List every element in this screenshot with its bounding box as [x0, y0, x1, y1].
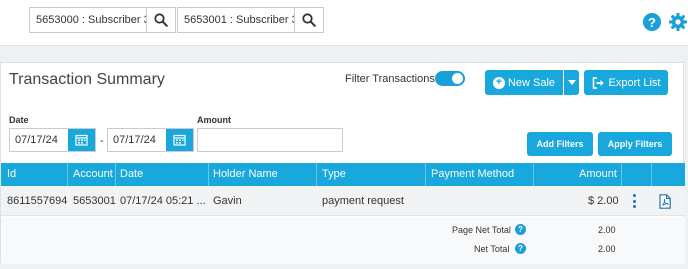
- page-net-total-label: Page Net Total: [452, 225, 511, 235]
- top-bar: ?: [0, 0, 688, 46]
- cell-account: 5653001: [73, 195, 116, 207]
- table-header: Id Account Date Holder Name Type Payment…: [1, 163, 685, 186]
- net-total-help-icon[interactable]: ?: [515, 243, 526, 254]
- amount-label: Amount: [197, 115, 231, 125]
- gear-icon[interactable]: [668, 12, 688, 32]
- search-icon: [154, 13, 168, 27]
- toggle-knob: [452, 73, 463, 84]
- apply-filters-button[interactable]: Apply Filters: [598, 132, 672, 156]
- table-row[interactable]: 8611557694 5653001 07/17/24 05:21 ... Ga…: [1, 186, 685, 216]
- subscriber-search-b: [177, 7, 324, 33]
- export-icon: [592, 76, 604, 89]
- page-net-total-value: 2.00: [598, 225, 616, 235]
- subscriber-search-button-a[interactable]: [146, 8, 175, 32]
- plus-circle-icon: +: [492, 76, 505, 89]
- column-header-id[interactable]: Id: [7, 168, 16, 180]
- date-label: Date: [9, 115, 29, 125]
- subscriber-search-button-b[interactable]: [294, 8, 323, 32]
- cell-type: payment request: [322, 195, 404, 207]
- calendar-icon: [75, 134, 88, 146]
- new-sale-button[interactable]: + New Sale: [485, 70, 563, 95]
- filter-transactions-label: Filter Transactions: [345, 73, 435, 85]
- net-total-value: 2.00: [598, 244, 616, 254]
- cell-date: 07/17/24 05:21 ...: [120, 195, 206, 207]
- date-from-field: [9, 128, 96, 152]
- date-range-separator: -: [100, 135, 104, 147]
- caret-down-icon: [567, 80, 576, 85]
- date-from-calendar-button[interactable]: [68, 129, 95, 151]
- date-to-calendar-button[interactable]: [166, 129, 193, 151]
- column-header-amount[interactable]: Amount: [579, 168, 617, 180]
- add-filters-button[interactable]: Add Filters: [527, 132, 593, 156]
- column-header-payment-method[interactable]: Payment Method: [431, 168, 514, 180]
- cell-holder-name: Gavin: [213, 195, 242, 207]
- subscriber-search-a: [29, 7, 176, 33]
- filter-transactions-toggle[interactable]: [435, 71, 465, 86]
- cell-amount: $ 2.00: [588, 195, 619, 207]
- new-sale-label: New Sale: [507, 76, 556, 89]
- column-header-date[interactable]: Date: [120, 168, 143, 180]
- net-total-label: Net Total: [474, 244, 510, 254]
- amount-input[interactable]: [197, 128, 343, 152]
- transaction-summary-panel: Transaction Summary Filter Transactions …: [0, 62, 685, 264]
- export-list-button[interactable]: Export List: [584, 70, 668, 95]
- cell-id: 8611557694: [7, 195, 68, 207]
- column-header-type[interactable]: Type: [322, 168, 346, 180]
- totals-section: Page Net Total ? 2.00 Net Total ? 2.00: [1, 217, 685, 264]
- search-icon: [302, 13, 316, 27]
- subscriber-input-b[interactable]: [178, 8, 294, 32]
- column-header-account[interactable]: Account: [73, 168, 113, 180]
- column-header-holder-name[interactable]: Holder Name: [213, 168, 278, 180]
- row-actions-kebab-icon[interactable]: [633, 194, 637, 208]
- pdf-icon[interactable]: [659, 194, 671, 209]
- calendar-icon: [173, 134, 186, 146]
- subscriber-input-a[interactable]: [30, 8, 146, 32]
- date-to-input[interactable]: [108, 129, 166, 151]
- page-net-total-help-icon[interactable]: ?: [515, 224, 526, 235]
- date-to-field: [107, 128, 194, 152]
- date-from-input[interactable]: [10, 129, 68, 151]
- new-sale-dropdown-button[interactable]: [564, 70, 579, 95]
- help-icon[interactable]: ?: [643, 13, 661, 31]
- export-list-label: Export List: [608, 76, 661, 89]
- page-title: Transaction Summary: [9, 71, 165, 88]
